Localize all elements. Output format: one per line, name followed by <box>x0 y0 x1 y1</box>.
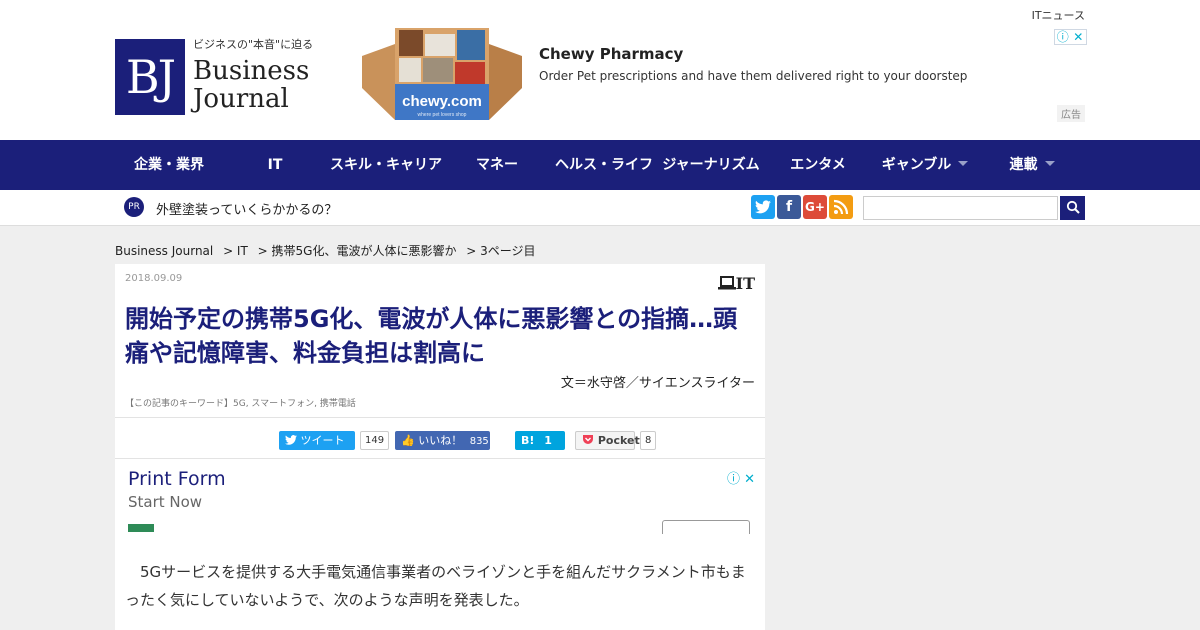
pr-link[interactable]: 外壁塗装っていくらかかるの？ <box>156 199 337 218</box>
ad-choices-control[interactable]: ⓘ ✕ <box>727 468 755 487</box>
logo-tagline: ビジネスの"本音"に迫る <box>193 38 314 51</box>
nav-item-business[interactable]: 企業・業界 <box>115 140 223 190</box>
site-logo[interactable]: BJ ビジネスの"本音"に迫る Business Journal <box>115 36 313 118</box>
article-category[interactable]: IT <box>717 274 755 293</box>
pr-bar: PR 外壁塗装っていくらかかるの？ f G+ <box>0 190 1200 226</box>
nav-item-money[interactable]: マネー <box>445 140 549 190</box>
hatena-bookmark-button[interactable]: B! 1 <box>515 431 565 450</box>
ad-product-box-image[interactable]: chewy.com where pet lovers shop <box>362 28 522 120</box>
nav-item-health-life[interactable]: ヘルス・ライフ <box>549 140 659 190</box>
breadcrumb: Business Journal > IT > 携帯5G化、電波が人体に悪影響か… <box>115 242 542 259</box>
top-link-it-news[interactable]: ITニュース <box>1032 7 1085 23</box>
thumbs-up-icon: 👍 <box>401 434 415 447</box>
facebook-icon[interactable]: f <box>777 195 801 219</box>
breadcrumb-article[interactable]: > 携帯5G化、電波が人体に悪影響か <box>258 244 457 258</box>
adchoices-icon[interactable]: ⓘ <box>1055 30 1071 44</box>
inline-ad-subtitle[interactable]: Start Now <box>128 493 202 511</box>
site-header: ITニュース BJ ビジネスの"本音"に迫る Business Journal … <box>0 0 1200 140</box>
article: 2018.09.09 IT 開始予定の携帯5G化、電波が人体に悪影響との指摘…頭… <box>115 264 765 630</box>
tweet-button[interactable]: ツイート <box>279 431 355 450</box>
chevron-down-icon <box>958 161 969 166</box>
search-input[interactable] <box>863 196 1058 220</box>
ad-image-tagline: where pet lovers shop <box>418 112 467 118</box>
header-ad[interactable]: chewy.com where pet lovers shop Chewy Ph… <box>362 28 1087 122</box>
nav-item-entame[interactable]: エンタメ <box>763 140 873 190</box>
article-body-paragraph: 5Gサービスを提供する大手電気通信事業者のベライゾンと手を組んだサクラメント市も… <box>125 563 746 609</box>
breadcrumb-home[interactable]: Business Journal <box>115 244 213 258</box>
pocket-button[interactable]: Pocket <box>575 431 640 450</box>
inline-ad-title[interactable]: Print Form <box>128 468 226 490</box>
nav-item-it[interactable]: IT <box>223 140 327 190</box>
laptop-icon <box>717 276 736 290</box>
breadcrumb-it[interactable]: > IT <box>223 244 248 258</box>
chevron-down-icon <box>1044 161 1055 166</box>
pocket-icon <box>583 435 593 444</box>
ad-title[interactable]: Chewy Pharmacy <box>539 45 683 63</box>
ad-badge <box>128 524 154 532</box>
nav-item-journalism[interactable]: ジャーナリズム <box>659 140 763 190</box>
logo-name-line1: Business <box>193 56 310 86</box>
nav-item-skill-career[interactable]: スキル・キャリア <box>327 140 445 190</box>
nav-item-gamble[interactable]: ギャンブル <box>873 140 977 190</box>
article-author: 文＝水守啓／サイエンスライター <box>560 376 755 391</box>
pocket-count: 8 <box>640 431 657 450</box>
google-plus-icon[interactable]: G+ <box>803 195 827 219</box>
twitter-icon <box>285 435 297 445</box>
logo-mark: BJ <box>115 39 185 115</box>
search-button[interactable] <box>1060 196 1085 220</box>
search-icon <box>1066 200 1080 214</box>
logo-name-line2: Journal <box>193 84 289 114</box>
article-title: 開始予定の携帯5G化、電波が人体に悪影響との指摘…頭痛や記憶障害、料金負担は割高… <box>125 305 738 367</box>
tweet-count: 149 <box>360 431 390 450</box>
ad-label: 広告 <box>1057 105 1085 122</box>
rss-icon[interactable] <box>829 195 853 219</box>
hatena-count: 1 <box>544 434 552 447</box>
ad-description[interactable]: Order Pet prescriptions and have them de… <box>539 69 967 83</box>
ad-image-brand: chewy.com <box>402 93 482 110</box>
article-date: 2018.09.09 <box>125 273 183 284</box>
inline-ad-button[interactable] <box>662 520 750 534</box>
hatena-icon: B! <box>521 434 535 447</box>
inline-ad[interactable]: Print Form Start Now ⓘ ✕ <box>115 460 765 534</box>
share-buttons: ツイート 149 👍 いいね！ 835 B! 1 Pocket 8 <box>115 417 765 459</box>
close-icon[interactable]: ✕ <box>744 472 755 487</box>
breadcrumb-current-page: > 3ページ目 <box>466 244 536 258</box>
article-keywords[interactable]: 【この記事のキーワード】5G, スマートフォン, 携帯電話 <box>125 396 356 409</box>
main-nav: 企業・業界 IT スキル・キャリア マネー ヘルス・ライフ ジャーナリズム エン… <box>0 140 1200 190</box>
like-count: 835 <box>469 436 489 447</box>
nav-item-series[interactable]: 連載 <box>977 140 1087 190</box>
close-icon[interactable]: ✕ <box>1071 30 1087 44</box>
facebook-like-button[interactable]: 👍 いいね！ 835 <box>395 431 490 450</box>
adchoices-icon[interactable]: ⓘ <box>727 472 740 487</box>
pr-badge: PR <box>124 197 144 217</box>
twitter-icon[interactable] <box>751 195 775 219</box>
ad-choices-control[interactable]: ⓘ ✕ <box>1054 29 1087 45</box>
